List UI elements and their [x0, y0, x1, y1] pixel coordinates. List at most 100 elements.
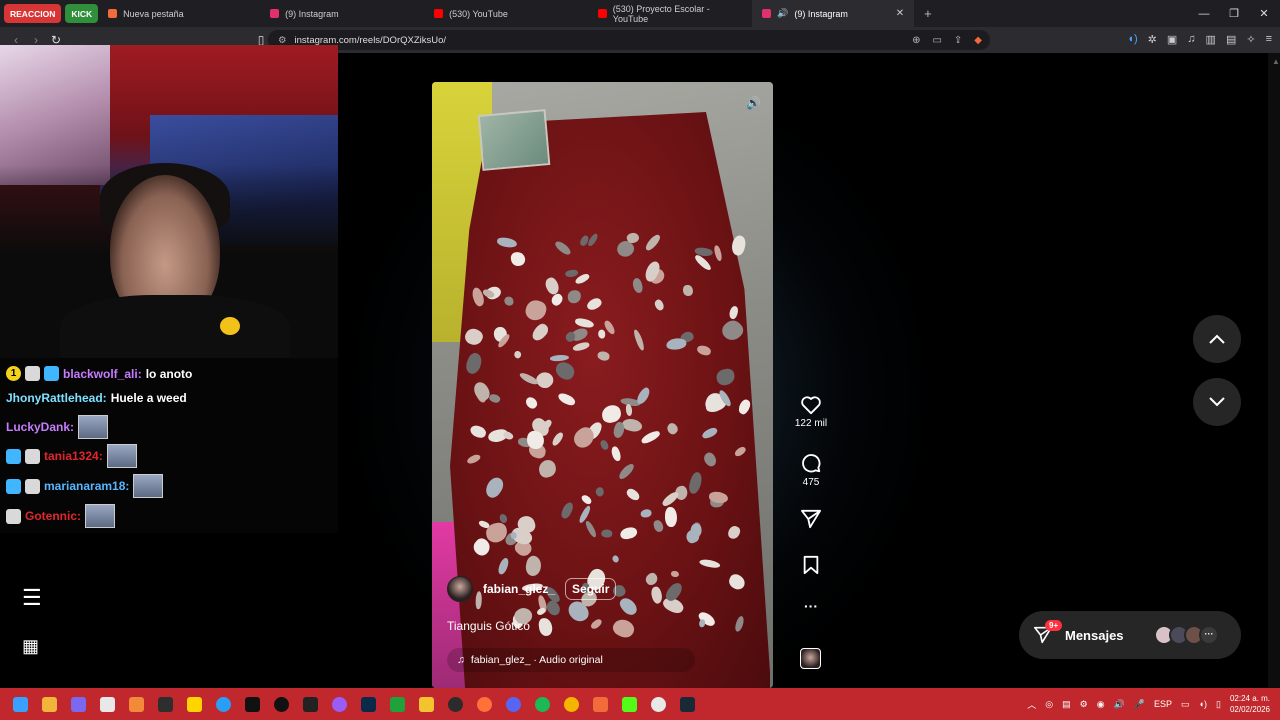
- start-button[interactable]: [6, 688, 35, 720]
- crystal-stone: [572, 340, 591, 353]
- tab-youtube-proyecto[interactable]: (530) Proyecto Escolar - YouTube: [588, 0, 752, 27]
- crystal-stone: [497, 556, 511, 576]
- extensions-icon[interactable]: ✲: [1148, 33, 1157, 46]
- mute-toggle-icon[interactable]: 🔊: [746, 96, 761, 110]
- taskbar-app[interactable]: [93, 688, 122, 720]
- menu-icon[interactable]: ≡: [1266, 33, 1272, 46]
- crystal-stone: [733, 445, 748, 459]
- next-reel-button[interactable]: [1193, 378, 1241, 426]
- battery-icon[interactable]: ▯: [1216, 699, 1221, 710]
- volume-icon[interactable]: 🔊: [1114, 699, 1125, 710]
- taskbar-app[interactable]: [383, 688, 412, 720]
- taskbar-app[interactable]: [209, 688, 238, 720]
- taskbar-app[interactable]: [354, 688, 383, 720]
- new-tab-button[interactable]: +: [914, 0, 934, 27]
- crystal-stone: [589, 618, 603, 631]
- audio-playing-icon[interactable]: ◖): [1127, 33, 1137, 46]
- teams-icon: [71, 696, 86, 712]
- reel-video[interactable]: 🔊 fabian_glez_ Seguir Tianguis Gótico ♫ …: [432, 82, 773, 688]
- taskbar-app[interactable]: [615, 688, 644, 720]
- author-avatar[interactable]: [447, 576, 473, 602]
- zoom-icon[interactable]: ⊕: [912, 35, 920, 46]
- taskbar-app[interactable]: [528, 688, 557, 720]
- taskbar-app[interactable]: [412, 688, 441, 720]
- microphone-icon[interactable]: 🎤: [1134, 699, 1145, 710]
- taskbar-app[interactable]: [644, 688, 673, 720]
- music-icon[interactable]: ♫: [1187, 33, 1195, 46]
- taskbar-app[interactable]: [64, 688, 93, 720]
- taskbar-app[interactable]: [267, 688, 296, 720]
- cast-icon[interactable]: ▭: [932, 35, 941, 46]
- brave-shields-icon[interactable]: ◆: [974, 35, 982, 46]
- taskbar-app[interactable]: [586, 688, 615, 720]
- screenshot-icon[interactable]: ▣: [1167, 33, 1177, 46]
- url-bar[interactable]: ⚙ instagram.com/reels/DOrQXZiksUo/ ⊕ ▭ ⇪…: [268, 30, 990, 50]
- crystal-stone: [554, 239, 573, 258]
- taskbar-app[interactable]: [296, 688, 325, 720]
- video-framed-box: [477, 109, 551, 171]
- tab-group-reaccion[interactable]: REACCION: [4, 4, 62, 23]
- reel-audio-link[interactable]: ♫ fabian_glez_ · Audio original: [447, 648, 695, 672]
- crystal-stone: [487, 392, 501, 405]
- share-button[interactable]: [786, 509, 836, 529]
- tray-expand-icon[interactable]: ︿: [1027, 698, 1036, 711]
- folder-icon: [419, 696, 434, 712]
- site-settings-icon[interactable]: ⚙: [278, 35, 287, 46]
- scrollbar[interactable]: ▲: [1268, 53, 1280, 688]
- tray-app-icon[interactable]: ▤: [1062, 699, 1071, 710]
- crystal-stone: [510, 250, 527, 267]
- tab-new-tab[interactable]: Nueva pestaña: [98, 0, 260, 27]
- save-button[interactable]: [786, 555, 836, 575]
- leo-ai-icon[interactable]: ✧: [1246, 33, 1255, 46]
- audio-thumbnail[interactable]: [800, 648, 821, 669]
- close-window-icon[interactable]: ✕: [1248, 0, 1280, 27]
- clock[interactable]: 02:24 a. m. 02/02/2026: [1230, 693, 1270, 715]
- speaker-icon[interactable]: ◖): [1199, 699, 1207, 709]
- tray-app-icon[interactable]: ⚙: [1080, 699, 1088, 710]
- sidebar-icon[interactable]: ▥: [1206, 33, 1216, 46]
- taskbar-app[interactable]: [35, 688, 64, 720]
- crystal-stone: [617, 594, 640, 618]
- more-options-icon[interactable]: ···: [786, 598, 836, 614]
- tab-youtube[interactable]: (530) YouTube: [424, 0, 588, 27]
- taskbar-app[interactable]: [499, 688, 528, 720]
- crystal-stone: [643, 233, 663, 253]
- tab-instagram[interactable]: (9) Instagram: [260, 0, 424, 27]
- follow-button[interactable]: Seguir: [565, 578, 617, 600]
- crystal-stone: [597, 329, 606, 339]
- maximize-icon[interactable]: ❐: [1218, 0, 1250, 27]
- taskbar-app[interactable]: [122, 688, 151, 720]
- taskbar-app[interactable]: [441, 688, 470, 720]
- minimize-icon[interactable]: —: [1188, 0, 1220, 27]
- network-icon[interactable]: ▭: [1181, 699, 1190, 710]
- more-menu-icon[interactable]: ☰: [22, 585, 42, 611]
- crystal-stone: [718, 317, 746, 345]
- tray-steam-icon[interactable]: ◉: [1097, 699, 1105, 710]
- crystal-stone: [584, 519, 599, 539]
- taskbar-app[interactable]: [557, 688, 586, 720]
- scroll-up-icon[interactable]: ▲: [1272, 57, 1280, 69]
- taskbar-app[interactable]: [470, 688, 499, 720]
- tray-app-icon[interactable]: ◎: [1045, 699, 1053, 710]
- author-username[interactable]: fabian_glez_: [483, 582, 555, 596]
- tab-label: (530) YouTube: [449, 8, 508, 19]
- language-indicator[interactable]: ESP: [1154, 699, 1172, 709]
- also-from-meta-icon[interactable]: ▦: [22, 636, 39, 657]
- taskbar-app[interactable]: [673, 688, 702, 720]
- tab-label: (9) Instagram: [285, 8, 339, 19]
- messages-button[interactable]: 9+ Mensajes ···: [1019, 611, 1241, 659]
- comment-button[interactable]: 475: [786, 452, 836, 488]
- taskbar-app[interactable]: [325, 688, 354, 720]
- taskbar-app[interactable]: [180, 688, 209, 720]
- share-icon[interactable]: ⇪: [954, 35, 962, 46]
- wallet-icon[interactable]: ▤: [1226, 33, 1236, 46]
- close-tab-icon[interactable]: ✕: [896, 8, 904, 19]
- crystal-stone: [557, 391, 578, 407]
- taskbar-app[interactable]: [238, 688, 267, 720]
- tab-group-kick[interactable]: KICK: [65, 4, 99, 23]
- crystal-stone: [466, 452, 482, 465]
- previous-reel-button[interactable]: [1193, 315, 1241, 363]
- tab-instagram-active[interactable]: 🔊 (9) Instagram ✕: [752, 0, 915, 27]
- taskbar-app[interactable]: [151, 688, 180, 720]
- like-button[interactable]: 122 mil: [786, 395, 836, 429]
